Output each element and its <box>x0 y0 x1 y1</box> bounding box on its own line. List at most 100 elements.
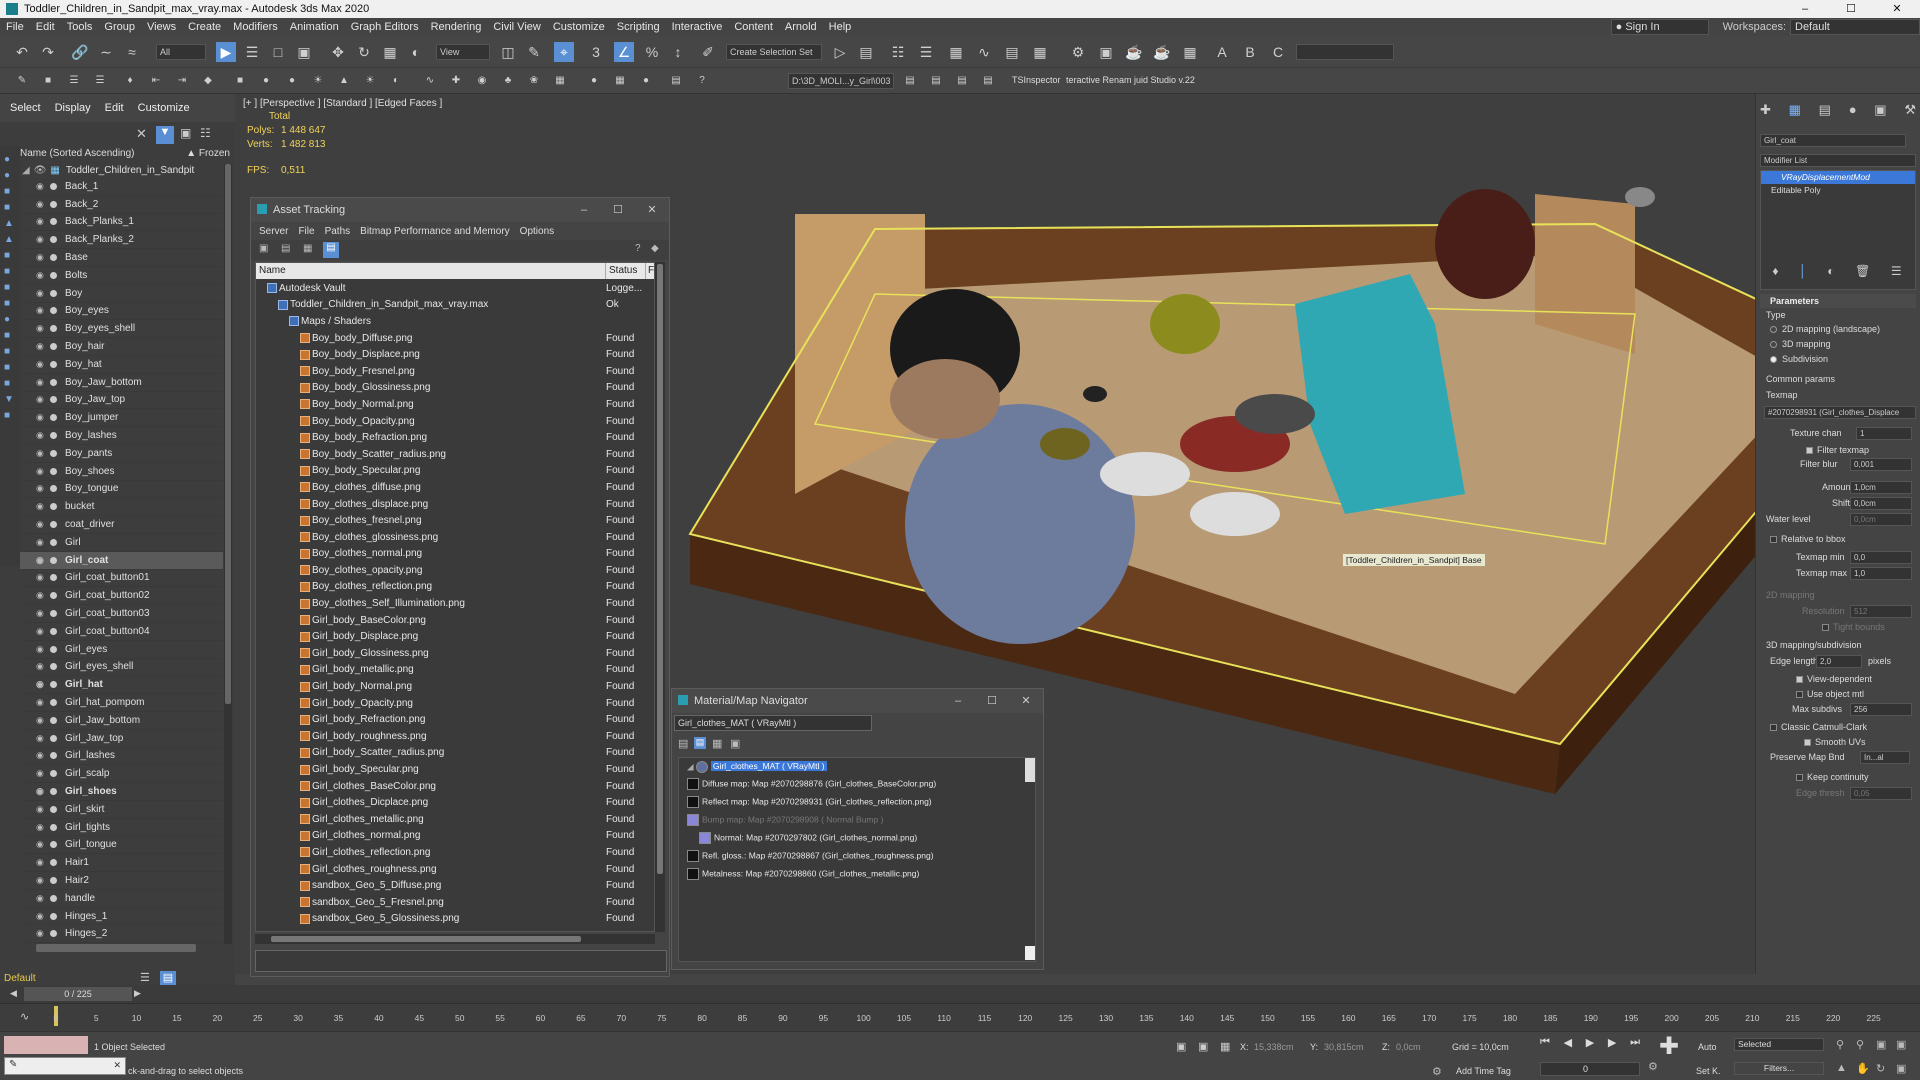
scroll-thumb[interactable] <box>271 936 581 942</box>
folder-save-icon[interactable]: ▤ <box>952 71 972 91</box>
folder-export-icon[interactable]: ▤ <box>978 71 998 91</box>
view-list-icon[interactable]: ▤ <box>678 737 688 750</box>
asset-row[interactable]: Boy_clothes_opacity.png Found <box>256 562 654 579</box>
modifier-vraydisplacement[interactable]: VRayDisplacementMod <box>1761 171 1915 184</box>
link-icon[interactable]: 🔗 <box>70 42 90 62</box>
scene-object-row[interactable]: ◉ Girl_tights <box>20 819 223 837</box>
scene-object-row[interactable]: ◉ Back_Planks_2 <box>20 231 223 250</box>
asset-row[interactable]: Boy_body_Diffuse.png Found <box>256 330 654 347</box>
texmap-button[interactable]: #2070298931 (Girl_clothes_Displace <box>1764 406 1916 419</box>
eye-icon[interactable]: ◉ <box>36 270 46 281</box>
helper-icon[interactable]: ✚ <box>446 71 466 91</box>
asset-row[interactable]: Boy_body_Specular.png Found <box>256 463 654 480</box>
layer-explorer-icon[interactable]: ☰ <box>916 42 936 62</box>
eye-icon[interactable]: ◉ <box>36 359 46 370</box>
redo-icon[interactable]: ↷ <box>38 42 58 62</box>
asset-close-button[interactable]: ✕ <box>635 198 669 222</box>
tight-bounds-checkbox[interactable]: Tight bounds <box>1822 622 1885 632</box>
scene-object-row[interactable]: ◉ coat_driver <box>20 516 223 534</box>
tree-scrollbar-end[interactable] <box>1025 946 1035 960</box>
scene-object-row[interactable]: ◉ Girl_skirt <box>20 801 223 819</box>
rendered-frame-window-icon[interactable]: ▣ <box>1096 42 1116 62</box>
lock-icon[interactable]: ▣ <box>180 126 191 140</box>
uv-icon[interactable]: ▦ <box>610 71 630 91</box>
material-name-field[interactable]: Girl_clothes_MAT ( VRayMtl ) <box>674 715 872 731</box>
menu-help[interactable]: Help <box>829 21 852 33</box>
asset-row[interactable]: Girl_clothes_metallic.png Found <box>256 811 654 828</box>
asset-path-input[interactable] <box>255 950 667 972</box>
dome-icon[interactable]: ◐ <box>386 71 406 91</box>
map-row[interactable]: Normal: Map #2070297802 (Girl_clothes_no… <box>699 832 917 844</box>
modify-tab-icon[interactable]: ▦ <box>1789 102 1801 118</box>
asset-row[interactable]: Girl_body_roughness.png Found <box>256 728 654 745</box>
eye-icon[interactable]: ◉ <box>36 448 46 459</box>
layers-icon[interactable]: ☰ <box>90 71 110 91</box>
auto-key-icon[interactable]: ✚ <box>1654 1032 1684 1062</box>
set-key-button[interactable]: Set K. <box>1696 1066 1721 1076</box>
align-left-icon[interactable]: ⇤ <box>146 71 166 91</box>
scene-explorer-toggle-icon[interactable]: ☷ <box>888 42 908 62</box>
teapot-icon[interactable]: ● <box>282 71 302 91</box>
use-object-mtl-checkbox[interactable]: Use object mtl <box>1796 689 1864 699</box>
zoom-extents-all-icon[interactable]: ▣ <box>1896 1038 1916 1054</box>
asset-row[interactable]: Boy_body_Refraction.png Found <box>256 429 654 446</box>
menu-tools[interactable]: Tools <box>67 21 93 33</box>
tab-edit[interactable]: Edit <box>105 102 124 114</box>
zoom-all-icon[interactable]: ⚲ <box>1856 1038 1876 1054</box>
pin-stack-icon[interactable]: ♦ <box>1772 264 1778 280</box>
tree-view-icon[interactable]: ▦ <box>303 243 312 254</box>
renamer-button[interactable]: teractive Renam juid Studio v.22 <box>1066 75 1195 85</box>
color-icon[interactable]: ● <box>636 71 656 91</box>
type-3d-radio[interactable]: 3D mapping <box>1770 339 1831 349</box>
material-ball-icon[interactable]: ● <box>584 71 604 91</box>
filter-type-icons[interactable]: ● ● ■ ■ ▲ ▲ ■ ■ ■ ■ ● ■ ■ ■ ■ ▼ ■ <box>4 152 16 424</box>
spinner-snap-icon[interactable]: ↕ <box>668 42 688 62</box>
edge-length-spinner[interactable]: 2,0 <box>1816 655 1862 668</box>
time-tag-icon[interactable]: ⚙ <box>1432 1065 1442 1078</box>
asset-row[interactable]: Boy_body_Normal.png Found <box>256 396 654 413</box>
eye-icon[interactable]: ◉ <box>36 555 46 566</box>
filter-blur-spinner[interactable]: 0,001 <box>1850 458 1912 471</box>
scene-object-row[interactable]: ◉ Girl_coat_button02 <box>20 587 223 606</box>
menu-arnold[interactable]: Arnold <box>785 21 817 33</box>
scene-object-row[interactable]: ◉ Back_1 <box>20 178 223 196</box>
time-slider[interactable]: ◀ 0 / 225 ▶ <box>0 985 1920 1003</box>
asset-row[interactable]: Girl_body_BaseColor.png Found <box>256 612 654 629</box>
light-icon[interactable]: ☀ <box>308 71 328 91</box>
eye-icon[interactable]: ◉ <box>36 750 46 761</box>
named-selection-sets-dropdown[interactable]: Create Selection Set <box>726 44 822 60</box>
scene-object-row[interactable]: ◉ Boy_Jaw_bottom <box>20 374 223 392</box>
map-row[interactable]: Bump map: Map #2070298908 ( Normal Bump … <box>687 814 883 826</box>
eye-icon[interactable]: ◉ <box>36 822 46 833</box>
folder-icon[interactable]: ▤ <box>900 71 920 91</box>
close-icon[interactable]: ✕ <box>136 126 147 142</box>
eye-icon[interactable]: ◉ <box>36 661 46 672</box>
viewport-label[interactable]: [+ ] [Perspective ] [Standard ] [Edged F… <box>243 98 442 109</box>
eye-icon[interactable]: ◉ <box>36 590 46 601</box>
paint-icon[interactable]: ♦ <box>120 71 140 91</box>
resolution-spinner[interactable]: 512 <box>1850 605 1912 618</box>
orbit-icon[interactable]: ↻ <box>1876 1062 1896 1078</box>
eye-icon[interactable]: ◉ <box>36 733 46 744</box>
matnav-close-button[interactable]: ✕ <box>1009 689 1043 713</box>
scene-object-row[interactable]: ◉ Girl_coat_button04 <box>20 623 223 641</box>
auto-key-button[interactable]: Auto <box>1698 1042 1717 1052</box>
align-right-icon[interactable]: ⇥ <box>172 71 192 91</box>
eye-icon[interactable]: ◉ <box>36 839 46 850</box>
scene-object-row[interactable]: ◉ Girl_lashes <box>20 748 223 766</box>
edge-thresh-spinner[interactable]: 0,05 <box>1850 787 1912 800</box>
type-subdivision-radio[interactable]: Subdivision <box>1770 354 1828 364</box>
matnav-minimize-button[interactable]: – <box>941 689 975 713</box>
type-2d-radio[interactable]: 2D mapping (landscape) <box>1770 324 1880 334</box>
eye-icon[interactable]: ◉ <box>36 501 46 512</box>
sign-in-dropdown[interactable]: ● Sign In <box>1610 19 1709 35</box>
align-icon[interactable]: ▤ <box>856 42 876 62</box>
unlink-icon[interactable]: ∼ <box>96 42 116 62</box>
hierarchy-tab-icon[interactable]: ▤ <box>1819 102 1831 118</box>
water-level-spinner[interactable]: 0,0cm <box>1850 513 1912 526</box>
texture-chan-spinner[interactable]: 1 <box>1856 427 1912 440</box>
shift-spinner[interactable]: 0,0cm <box>1850 497 1912 510</box>
menu-graph-editors[interactable]: Graph Editors <box>351 21 419 33</box>
asset-row[interactable]: Boy_clothes_glossiness.png Found <box>256 529 654 546</box>
asset-row[interactable]: sandbox_Geo_5_Diffuse.png Found <box>256 877 654 894</box>
